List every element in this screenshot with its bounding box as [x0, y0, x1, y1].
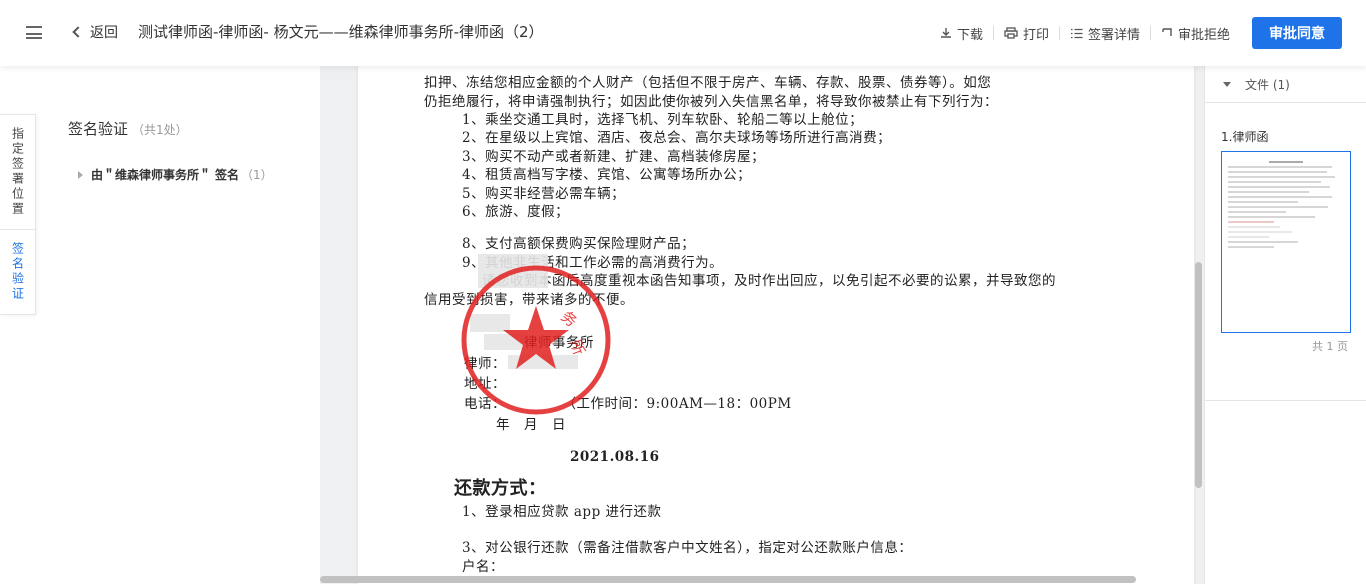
- print-label: 打印: [1022, 27, 1049, 43]
- doc-line: 扣押、冻结您相应金额的个人财产（包括但不限于房产、车辆、存款、股票、债券等）。如…: [424, 75, 992, 91]
- vertical-tabs: 指定签署位置 签名验证: [0, 114, 36, 315]
- back-label: 返回: [90, 25, 118, 41]
- download-label: 下载: [956, 27, 983, 43]
- signature-item-prefix: 由＂维森律师事务所＂: [91, 168, 212, 182]
- doc-line: 8、支付高额保费购买保险理财产品；: [462, 236, 696, 252]
- doc-heading: 还款方式：: [454, 478, 547, 499]
- seal-stamp-icon: 务 所: [461, 265, 611, 415]
- files-header-label: 文件 (1): [1245, 78, 1290, 92]
- sign-details-label: 签署详情: [1087, 27, 1140, 43]
- svg-text:务: 务: [557, 307, 580, 330]
- chevron-left-icon: [72, 26, 84, 38]
- divider: [1205, 102, 1366, 103]
- back-button[interactable]: 返回: [72, 22, 118, 42]
- thumb-line: [1228, 246, 1275, 248]
- thumb-line: [1228, 206, 1328, 208]
- doc-line: 1、登录相应贷款 app 进行还款: [462, 504, 662, 520]
- thumb-line: [1228, 186, 1331, 188]
- doc-line: 4、租赁高档写字楼、宾馆、公寓等场所办公；: [462, 167, 752, 183]
- file-name: 1.律师函: [1221, 130, 1269, 144]
- download-button[interactable]: 下载: [930, 24, 993, 43]
- list-icon: [1070, 28, 1083, 38]
- doc-line: 户名：: [462, 559, 504, 575]
- document-title: 测试律师函-律师函- 杨文元——维森律师事务所-律师函（2）: [138, 23, 544, 41]
- return-icon: [1162, 28, 1172, 36]
- thumb-line: [1228, 176, 1335, 178]
- page-count: 共 1 页: [1312, 340, 1348, 353]
- thumb-line: [1228, 231, 1292, 233]
- signature-panel: 指定签署位置 签名验证 签名验证 （共1处） 由＂维森律师事务所＂ 签名 （1）: [0, 66, 320, 584]
- doc-line: 3、购买不动产或者新建、扩建、高档装修房屋；: [462, 149, 766, 165]
- files-header[interactable]: 文件 (1): [1223, 76, 1290, 93]
- thumb-line: [1268, 161, 1304, 163]
- thumb-line: [1228, 196, 1333, 198]
- thumb-line: [1228, 216, 1315, 218]
- sign-details-button[interactable]: 签署详情: [1060, 24, 1150, 43]
- header-actions: 下载 打印 签署详情 审批拒绝 审批同意: [930, 17, 1342, 49]
- thumb-line: [1228, 181, 1321, 183]
- section-count: （共1处）: [132, 123, 188, 137]
- signature-item-label: 签名: [215, 168, 240, 182]
- doc-line: 1、乘坐交通工具时，选择飞机、列车软卧、轮船二等以上舱位；: [462, 112, 864, 128]
- print-button[interactable]: 打印: [994, 24, 1059, 43]
- approve-button[interactable]: 审批同意: [1252, 17, 1342, 49]
- doc-date: 2021.08.16: [570, 449, 660, 465]
- doc-line: 3、对公银行还款（需备注借款客户中文姓名），指定对公还款账户信息：: [462, 540, 913, 556]
- doc-line: 2、在星级以上宾馆、酒店、夜总会、高尔夫球场等场所进行高消费；: [462, 130, 892, 146]
- thumb-line: [1228, 201, 1298, 203]
- menu-icon[interactable]: [26, 26, 42, 39]
- section-title-label: 签名验证: [68, 120, 129, 138]
- reject-label: 审批拒绝: [1177, 27, 1230, 43]
- thumb-line: [1228, 236, 1269, 238]
- vertical-scrollbar[interactable]: [1195, 262, 1202, 488]
- signature-item-count: （1）: [241, 168, 273, 182]
- thumb-line: [1228, 191, 1310, 193]
- document-page: 扣押、冻结您相应金额的个人财产（包括但不限于房产、车辆、存款、股票、债券等）。如…: [358, 66, 1194, 584]
- printer-icon: [1004, 27, 1018, 39]
- thumb-line: [1228, 211, 1286, 213]
- divider: [1205, 400, 1366, 401]
- thumb-line: [1228, 241, 1298, 243]
- document-viewer[interactable]: 扣押、冻结您相应金额的个人财产（包括但不限于房产、车辆、存款、股票、债券等）。如…: [320, 66, 1204, 584]
- thumb-line: [1228, 171, 1327, 173]
- tab-signature-verification[interactable]: 签名验证: [0, 230, 36, 314]
- collapse-arrow-icon[interactable]: [1223, 82, 1231, 87]
- doc-line: 仍拒绝履行，将申请强制执行；如因此使你被列入失信黑名单，将导致你被禁止有下列行为…: [424, 94, 998, 110]
- expand-arrow-icon[interactable]: [78, 170, 83, 179]
- doc-line: 6、旅游、度假；: [462, 204, 570, 220]
- reject-button[interactable]: 审批拒绝: [1151, 24, 1240, 43]
- thumb-line: [1228, 221, 1275, 223]
- doc-line: 5、购买非经营必需车辆；: [462, 186, 626, 202]
- horizontal-scrollbar[interactable]: [320, 576, 1136, 583]
- thumb-line: [1228, 166, 1333, 168]
- thumb-line: [1228, 226, 1281, 228]
- file-panel: 文件 (1) 1.律师函 共 1 页: [1204, 66, 1366, 584]
- svg-text:所: 所: [566, 337, 588, 357]
- section-title: 签名验证 （共1处）: [68, 118, 188, 139]
- page-thumbnail[interactable]: [1221, 151, 1351, 333]
- top-bar: 返回 测试律师函-律师函- 杨文元——维森律师事务所-律师函（2） 下载 打印 …: [0, 0, 1366, 66]
- download-icon: [940, 28, 951, 38]
- tab-specify-sign-position[interactable]: 指定签署位置: [0, 115, 36, 230]
- signature-item[interactable]: 由＂维森律师事务所＂ 签名 （1）: [78, 166, 273, 183]
